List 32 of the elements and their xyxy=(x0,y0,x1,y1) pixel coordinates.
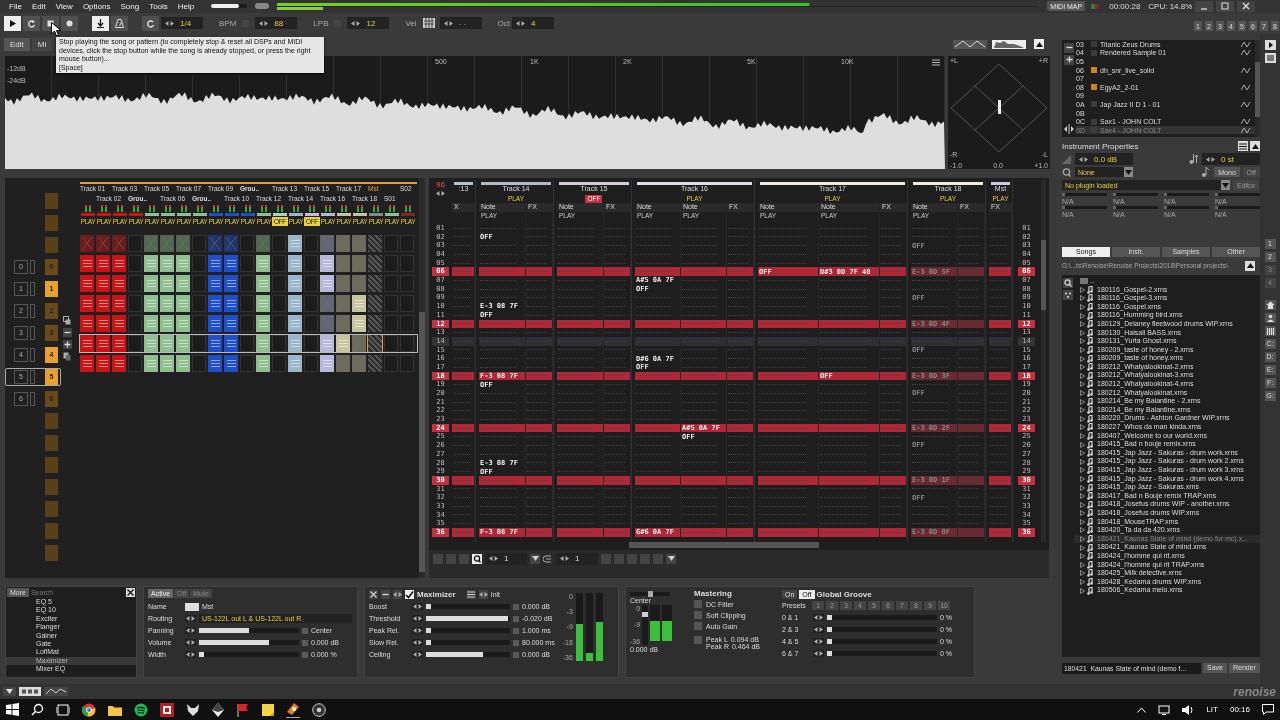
octave-label: Oct xyxy=(497,18,511,28)
velocity-field[interactable]: - - xyxy=(439,17,482,30)
bpm-label: BPM xyxy=(219,18,237,28)
menu-item[interactable]: Edit xyxy=(26,2,51,11)
menu-item[interactable]: Options xyxy=(77,2,116,11)
lpb-label: LPB xyxy=(313,18,329,28)
edit-step-field[interactable]: 1 xyxy=(556,552,598,565)
panel-title: Instrument Properties xyxy=(1062,141,1139,151)
octave-step-field[interactable]: 1 xyxy=(485,552,527,565)
menu-item[interactable]: Tools xyxy=(144,2,173,11)
velocity-label: Vel xyxy=(405,18,417,28)
menu-item[interactable]: Song xyxy=(115,2,145,11)
view-tab[interactable]: Edit xyxy=(4,37,30,51)
taskbar-clock[interactable]: 00:16 xyxy=(1229,705,1250,714)
transpose-field[interactable]: 0 st xyxy=(1202,153,1260,166)
cpu-usage: CPU: 14.8% xyxy=(1148,2,1193,11)
pattern-length[interactable]: 96 xyxy=(432,179,449,190)
song-time: 00:00:28 xyxy=(1109,2,1141,11)
logo: renoise xyxy=(1233,684,1276,699)
menu-item[interactable]: Help xyxy=(172,2,200,11)
octave-field[interactable]: 4 xyxy=(512,17,555,30)
view-tab[interactable]: Mi xyxy=(31,37,53,51)
lpb-field[interactable]: 12 xyxy=(347,17,390,30)
language-indicator[interactable]: LIT xyxy=(1206,705,1218,714)
menu-item[interactable]: File xyxy=(4,2,27,11)
section-title: Mastering xyxy=(694,588,733,598)
menu-item[interactable]: View xyxy=(50,2,78,11)
volume-field[interactable]: 0.0 dB xyxy=(1075,153,1133,166)
section-title: Global Groove xyxy=(816,589,872,599)
device-title: Maximizer xyxy=(417,590,456,600)
bpm-field[interactable]: 88 xyxy=(255,17,298,30)
step-field[interactable]: 1/4 xyxy=(161,17,203,30)
